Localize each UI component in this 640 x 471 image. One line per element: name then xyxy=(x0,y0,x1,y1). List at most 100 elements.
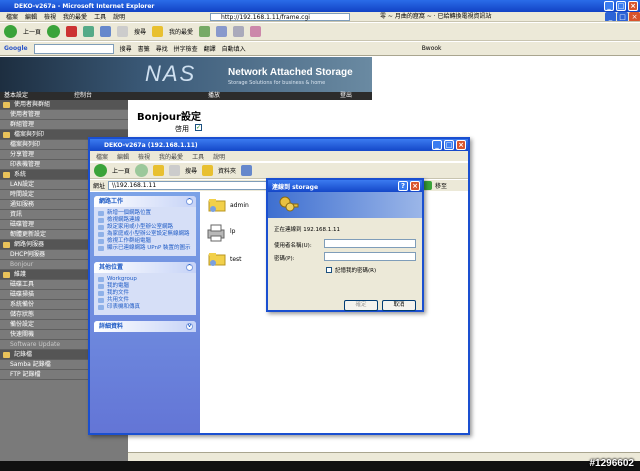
ie-address-bar[interactable]: http://192.168.1.11/frame.cgi xyxy=(210,13,350,21)
views-icon[interactable] xyxy=(241,165,253,176)
collapse-icon[interactable]: ^ xyxy=(186,264,193,271)
google-find[interactable]: 尋找 xyxy=(156,44,168,53)
place-link[interactable]: 我的文件 xyxy=(98,290,192,297)
menu-favorites[interactable]: 我的最愛 xyxy=(63,12,87,21)
place-link[interactable]: 共用文件 xyxy=(98,297,192,304)
enable-checkbox[interactable]: ✓ xyxy=(195,124,202,131)
details-header[interactable]: 詳細資料 v xyxy=(94,321,196,332)
message-tab[interactable]: 零 ~ 月曲的窟窩 ~ · 已給轉換電視資訊站 xyxy=(380,12,492,21)
network-tasks-header[interactable]: 網路工作 ^ xyxy=(94,196,196,207)
menu-tools[interactable]: 工具 xyxy=(94,12,106,21)
edit-icon[interactable] xyxy=(250,26,262,37)
google-bookmarks[interactable]: 書籤 xyxy=(138,44,150,53)
ie-maximize-icon[interactable]: □ xyxy=(617,12,628,21)
explorer-close-icon[interactable]: × xyxy=(456,140,466,150)
file-name[interactable]: test xyxy=(230,256,242,263)
nav-control[interactable]: 控制台 xyxy=(74,92,92,100)
ok-button[interactable]: 確定 xyxy=(344,300,378,311)
login-dialog: 連線到 storage ? × 正在連線到 192.168.1.11 使用者名稱… xyxy=(266,178,424,312)
google-autofill[interactable]: 自動填入 xyxy=(222,44,246,53)
exp-menu-edit[interactable]: 編輯 xyxy=(117,152,129,161)
remember-password[interactable]: 記憶我的密碼(R) xyxy=(326,266,376,274)
file-name[interactable]: admin xyxy=(230,202,249,209)
shared-folder-icon[interactable] xyxy=(208,252,226,266)
nav-logout[interactable]: 登出 xyxy=(340,92,352,100)
expand-icon[interactable]: v xyxy=(186,323,193,330)
search-icon[interactable] xyxy=(117,26,129,37)
task-link[interactable]: 為家庭或小型辦公室設定無線網路 xyxy=(98,231,192,238)
sidebar-section-header[interactable]: 使用者與群組 xyxy=(0,100,128,110)
file-name[interactable]: lp xyxy=(230,228,235,235)
refresh-icon[interactable] xyxy=(83,26,95,37)
folders-icon[interactable] xyxy=(202,165,214,176)
collapse-icon[interactable]: ^ xyxy=(186,198,193,205)
favorites-label[interactable]: 我的最愛 xyxy=(169,27,193,36)
login-title-bar: 連線到 storage ? × xyxy=(268,180,422,192)
remember-checkbox[interactable] xyxy=(326,267,332,273)
exp-menu-favorites[interactable]: 我的最愛 xyxy=(159,152,183,161)
exp-back-label[interactable]: 上一頁 xyxy=(112,166,130,175)
minimize-icon[interactable]: _ xyxy=(604,1,614,11)
exp-menu-file[interactable]: 檔案 xyxy=(96,152,108,161)
exp-search-icon[interactable] xyxy=(169,165,181,176)
menu-edit[interactable]: 編輯 xyxy=(25,12,37,21)
menu-file[interactable]: 檔案 xyxy=(6,12,18,21)
back-label[interactable]: 上一頁 xyxy=(23,27,41,36)
sidebar-item[interactable]: 群組管理 xyxy=(0,120,128,130)
task-link[interactable]: 檢視工作群組電腦 xyxy=(98,238,192,245)
explorer-toolbar: 上一頁 搜尋 資料夾 xyxy=(90,162,468,179)
help-icon[interactable]: ? xyxy=(398,181,408,191)
login-close-icon[interactable]: × xyxy=(410,181,420,191)
task-link[interactable]: 設定家用或小型辦公室網路 xyxy=(98,224,192,231)
task-link[interactable]: 新增一個網路位置 xyxy=(98,210,192,217)
search-label[interactable]: 搜尋 xyxy=(134,27,146,36)
task-link[interactable]: 檢視網路連線 xyxy=(98,217,192,224)
ie-minimize-icon[interactable]: _ xyxy=(605,12,616,21)
home-icon[interactable] xyxy=(100,26,112,37)
other-places-header[interactable]: 其他位置 ^ xyxy=(94,262,196,273)
cancel-button[interactable]: 取消 xyxy=(382,300,416,311)
place-link[interactable]: 印表機和傳真 xyxy=(98,304,192,311)
ie-close-icon[interactable]: × xyxy=(629,12,640,21)
shared-folder-icon[interactable] xyxy=(208,198,226,212)
place-link[interactable]: Workgroup xyxy=(98,276,192,283)
exp-menu-tools[interactable]: 工具 xyxy=(192,152,204,161)
nas-title: Network Attached Storage xyxy=(228,67,353,78)
nav-play[interactable]: 播放 xyxy=(208,92,220,100)
sidebar-item[interactable]: 使用者管理 xyxy=(0,110,128,120)
google-translate[interactable]: 翻譯 xyxy=(204,44,216,53)
explorer-minimize-icon[interactable]: _ xyxy=(432,140,442,150)
up-folder-icon[interactable] xyxy=(153,165,165,176)
exp-search-label[interactable]: 搜尋 xyxy=(185,166,197,175)
back-icon[interactable] xyxy=(4,25,17,38)
exp-menu-help[interactable]: 說明 xyxy=(213,152,225,161)
printer-icon[interactable] xyxy=(206,224,226,242)
mail-icon[interactable] xyxy=(216,26,228,37)
exp-forward-icon[interactable] xyxy=(135,164,149,177)
forward-icon[interactable] xyxy=(47,25,61,38)
go-icon[interactable] xyxy=(423,181,433,190)
history-icon[interactable] xyxy=(199,26,211,37)
exp-menu-view[interactable]: 檢視 xyxy=(138,152,150,161)
ie-status-bar xyxy=(128,452,640,461)
maximize-icon[interactable]: □ xyxy=(616,1,626,11)
nav-basic[interactable]: 基本設定 xyxy=(4,92,28,100)
google-user[interactable]: Bwook xyxy=(422,45,442,52)
username-field[interactable] xyxy=(324,239,416,248)
menu-view[interactable]: 檢視 xyxy=(44,12,56,21)
print-icon[interactable] xyxy=(233,26,245,37)
go-label[interactable]: 移至 xyxy=(435,181,447,190)
google-search[interactable]: 搜尋 xyxy=(120,44,132,53)
close-icon[interactable]: × xyxy=(628,1,638,11)
explorer-maximize-icon[interactable]: □ xyxy=(444,140,454,150)
task-link[interactable]: 顯示已連線網路 UPnP 裝置的圖示 xyxy=(98,245,192,252)
place-link[interactable]: 我的電腦 xyxy=(98,283,192,290)
menu-help[interactable]: 說明 xyxy=(113,12,125,21)
password-field[interactable] xyxy=(324,252,416,261)
folders-label[interactable]: 資料夾 xyxy=(218,166,236,175)
exp-back-icon[interactable] xyxy=(94,164,107,177)
favorites-icon[interactable] xyxy=(152,26,164,37)
google-search-input[interactable] xyxy=(33,43,114,54)
stop-icon[interactable] xyxy=(66,26,78,37)
google-spell[interactable]: 拼字檢查 xyxy=(174,44,198,53)
